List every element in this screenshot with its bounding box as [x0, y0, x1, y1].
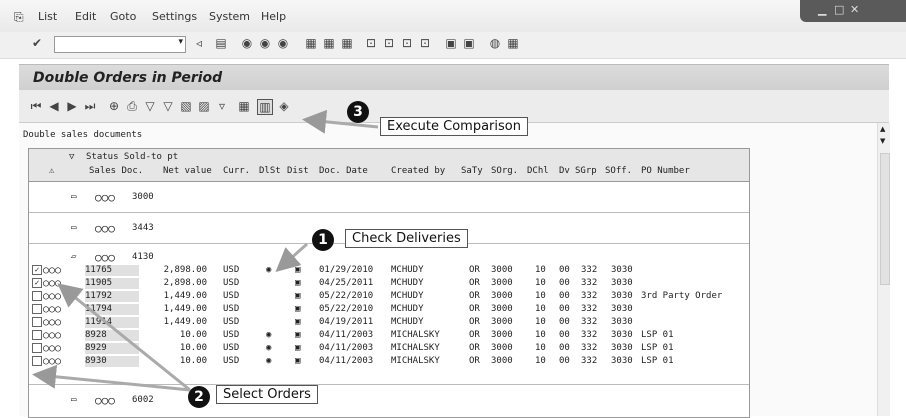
arrow-3	[302, 109, 379, 134]
callout-execute-comparison: Execute Comparison	[380, 117, 528, 136]
callout-check-deliveries: Check Deliveries	[345, 229, 468, 248]
arrow-2a	[57, 283, 191, 392]
callout-1-badge: 1	[312, 229, 334, 251]
arrow-1	[275, 242, 308, 272]
annotation-arrows	[32, 109, 379, 392]
arrow-2b	[32, 364, 191, 392]
callout-3-badge: 3	[347, 101, 369, 123]
callout-select-orders: Select Orders	[216, 385, 318, 404]
callout-2-badge: 2	[188, 386, 210, 408]
